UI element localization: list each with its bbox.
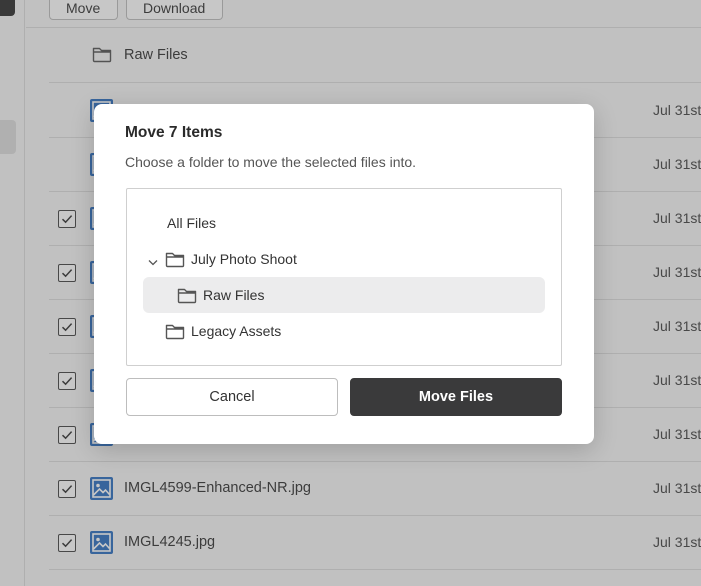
move-files-button[interactable]: Move Files: [350, 378, 562, 416]
tree-item-july-photo-shoot[interactable]: July Photo Shoot: [143, 241, 545, 277]
tree-item-label: Legacy Assets: [191, 323, 282, 339]
chevron-down-icon[interactable]: [147, 254, 159, 272]
tree-item-legacy-assets[interactable]: Legacy Assets: [143, 313, 545, 349]
folder-icon: [177, 286, 197, 309]
dialog-title: Move 7 Items: [125, 124, 223, 141]
tree-item-all-files[interactable]: All Files: [143, 205, 545, 241]
folder-tree: All Files July Photo Shoot Raw Files Leg…: [126, 188, 562, 366]
dialog-subtitle: Choose a folder to move the selected fil…: [125, 154, 417, 170]
folder-icon: [165, 250, 185, 273]
tree-item-label: All Files: [167, 215, 217, 231]
tree-item-label: Raw Files: [203, 287, 265, 303]
folder-icon: [165, 322, 185, 345]
tree-item-label: July Photo Shoot: [191, 251, 297, 267]
move-items-dialog: Move 7 Items Choose a folder to move the…: [94, 104, 594, 444]
cancel-button[interactable]: Cancel: [126, 378, 338, 416]
tree-item-raw-files[interactable]: Raw Files: [143, 277, 545, 313]
